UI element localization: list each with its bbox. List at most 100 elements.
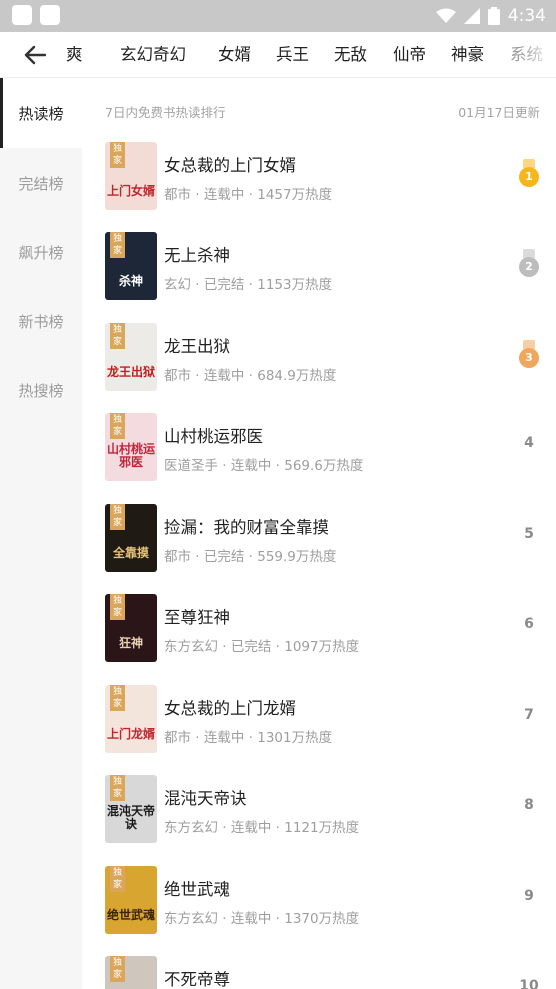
book-row[interactable]: 独家 全靠摸 捡漏：我的财富全靠摸 都市 · 已完结 · 559.9万热度 5 bbox=[105, 504, 545, 572]
exclusive-tag: 独家 bbox=[110, 504, 125, 530]
rank-number: 4 bbox=[524, 435, 534, 451]
ranking-list: 7日内免费书热读排行 01月17日更新 独家 上门女婿 女总裁的上门女婿 都市 · 连… bbox=[82, 78, 556, 989]
rank-number: 3 bbox=[519, 348, 539, 368]
book-row[interactable]: 独家 龙王出狱 龙王出狱 都市 · 连载中 · 684.9万热度 3 bbox=[105, 323, 545, 391]
book-cover[interactable]: 独家 bbox=[105, 956, 157, 989]
exclusive-tag: 独家 bbox=[110, 866, 125, 892]
rank-medal-icon: 3 bbox=[518, 340, 540, 370]
book-title: 至尊狂神 bbox=[164, 608, 230, 627]
book-row[interactable]: 独家 山村桃运邪医 山村桃运邪医 医道圣手 · 连载中 · 569.6万热度 4 bbox=[105, 413, 545, 481]
book-row[interactable]: 独家 杀神 无上杀神玄幻 · 已完结 · 1153万热度 2 bbox=[105, 232, 545, 300]
cover-title: 龙王出狱 bbox=[107, 365, 156, 379]
exclusive-tag: 独家 bbox=[110, 594, 125, 620]
cover-title: 混沌天帝诀 bbox=[107, 804, 156, 831]
book-row[interactable]: 独家不死帝尊 10 bbox=[105, 956, 545, 989]
book-row[interactable]: 独家 狂神 至尊狂神 东方玄幻 · 已完结 · 1097万热度 6 bbox=[105, 594, 545, 662]
tab-category[interactable]: 兵王 bbox=[276, 32, 309, 77]
book-title: 混沌天帝诀 bbox=[164, 789, 247, 808]
tab-category[interactable]: 女婿 bbox=[218, 32, 251, 77]
book-meta: 都市 · 连载中 · 1301万热度 bbox=[164, 730, 333, 746]
book-row[interactable]: 独家 混沌天帝诀 混沌天帝诀 东方玄幻 · 连载中 · 1121万热度 8 bbox=[105, 775, 545, 843]
book-title: 山村桃运邪医 bbox=[164, 427, 263, 446]
book-title: 女总裁的上门女婿 bbox=[164, 156, 296, 175]
category-tab-bar: 爽 玄幻奇幻 女婿 兵王 无敌 仙帝 神豪 系统 bbox=[0, 32, 556, 78]
book-meta: 都市 · 连载中 · 684.9万热度 bbox=[164, 368, 337, 384]
sidebar-item-label: 完结榜 bbox=[18, 174, 64, 193]
scroll-fade bbox=[520, 32, 556, 77]
sidebar-item-new[interactable]: 新书榜 bbox=[0, 286, 82, 356]
rank-number: 9 bbox=[524, 888, 534, 904]
sidebar-item-hot-read[interactable]: 热读榜 bbox=[0, 78, 82, 148]
ranking-sidebar: 热读榜 完结榜 飙升榜 新书榜 热搜榜 bbox=[0, 78, 82, 989]
rank-number: 7 bbox=[524, 707, 534, 723]
back-button[interactable] bbox=[18, 38, 52, 72]
rank-number: 10 bbox=[519, 978, 539, 989]
rank-number: 6 bbox=[524, 616, 534, 632]
clock: 4:34 bbox=[507, 6, 546, 26]
rank-number: 1 bbox=[519, 167, 539, 187]
tab-category[interactable]: 仙帝 bbox=[393, 32, 426, 77]
cover-title: 狂神 bbox=[118, 636, 143, 650]
cover-title: 绝世武魂 bbox=[107, 908, 156, 922]
book-cover[interactable]: 独家狂神 bbox=[105, 594, 157, 662]
sidebar-item-rising[interactable]: 飙升榜 bbox=[0, 217, 82, 287]
book-meta: 东方玄幻 · 已完结 · 1097万热度 bbox=[164, 639, 360, 655]
rank-number: 8 bbox=[524, 797, 534, 813]
exclusive-tag: 独家 bbox=[110, 775, 125, 801]
book-meta: 东方玄幻 · 连载中 · 1370万热度 bbox=[164, 911, 360, 927]
exclusive-tag: 独家 bbox=[110, 323, 125, 349]
sidebar-item-hot-search[interactable]: 热搜榜 bbox=[0, 355, 82, 425]
book-title: 无上杀神 bbox=[164, 246, 230, 265]
list-subtitle: 7日内免费书热读排行 bbox=[105, 105, 226, 120]
cover-title: 杀神 bbox=[118, 274, 143, 288]
book-cover[interactable]: 独家 上门龙婿 bbox=[105, 685, 157, 753]
exclusive-tag: 独家 bbox=[110, 142, 125, 168]
book-row[interactable]: 独家 绝世武魂 绝世武魂 东方玄幻 · 连载中 · 1370万热度 9 bbox=[105, 866, 545, 934]
book-title: 不死帝尊 bbox=[164, 970, 230, 989]
sidebar-item-label: 飙升榜 bbox=[18, 243, 64, 262]
sidebar-item-label: 热读榜 bbox=[18, 104, 64, 123]
book-title: 捡漏：我的财富全靠摸 bbox=[164, 518, 329, 537]
rank-number: 5 bbox=[524, 526, 534, 542]
tab-category[interactable]: 爽 bbox=[66, 32, 83, 77]
sidebar-item-completed[interactable]: 完结榜 bbox=[0, 148, 82, 218]
book-cover[interactable]: 独家 混沌天帝诀 bbox=[105, 775, 157, 843]
update-date: 01月17日更新 bbox=[458, 105, 540, 120]
cover-title: 上门女婿 bbox=[107, 184, 156, 198]
book-cover[interactable]: 独家 全靠摸 bbox=[105, 504, 157, 572]
sidebar-item-label: 新书榜 bbox=[18, 312, 64, 331]
book-meta: 玄幻 · 已完结 · 1153万热度 bbox=[164, 277, 333, 293]
list-header: 7日内免费书热读排行 01月17日更新 bbox=[105, 102, 540, 121]
book-row[interactable]: 独家 上门龙婿 女总裁的上门龙婿都市 · 连载中 · 1301万热度 7 bbox=[105, 685, 545, 753]
rank-medal-icon: 2 bbox=[518, 249, 540, 279]
status-bar: 4:34 bbox=[0, 0, 556, 32]
exclusive-tag: 独家 bbox=[110, 956, 125, 982]
cover-title: 全靠摸 bbox=[112, 546, 149, 560]
book-title: 龙王出狱 bbox=[164, 337, 230, 356]
battery-icon bbox=[487, 7, 500, 25]
rank-medal-icon: 1 bbox=[518, 159, 540, 189]
active-indicator bbox=[0, 78, 3, 148]
book-meta: 东方玄幻 · 连载中 · 1121万热度 bbox=[164, 820, 360, 836]
book-title: 绝世武魂 bbox=[164, 880, 230, 899]
book-cover[interactable]: 独家 山村桃运邪医 bbox=[105, 413, 157, 481]
tab-category[interactable]: 无敌 bbox=[334, 32, 367, 77]
book-cover[interactable]: 独家 绝世武魂 bbox=[105, 866, 157, 934]
book-cover[interactable]: 独家 龙王出狱 bbox=[105, 323, 157, 391]
exclusive-tag: 独家 bbox=[110, 685, 125, 711]
arrow-left-icon bbox=[24, 45, 46, 65]
book-title: 女总裁的上门龙婿 bbox=[164, 699, 296, 718]
app-notification-icon bbox=[12, 5, 32, 25]
signal-icon bbox=[463, 8, 480, 24]
tab-category[interactable]: 玄幻奇幻 bbox=[120, 32, 186, 77]
sidebar-item-label: 热搜榜 bbox=[18, 381, 64, 400]
rank-number: 2 bbox=[519, 257, 539, 277]
book-meta: 都市 · 连载中 · 1457万热度 bbox=[164, 187, 333, 203]
book-cover[interactable]: 独家 杀神 bbox=[105, 232, 157, 300]
app-notification-icon bbox=[40, 5, 60, 25]
book-cover[interactable]: 独家 上门女婿 bbox=[105, 142, 157, 210]
book-meta: 都市 · 已完结 · 559.9万热度 bbox=[164, 549, 337, 565]
cover-title: 山村桃运邪医 bbox=[107, 442, 156, 469]
book-row[interactable]: 独家上门女婿 女总裁的上门女婿都市 · 连载中 · 1457万热度 1 bbox=[105, 142, 545, 210]
tab-category[interactable]: 神豪 bbox=[451, 32, 484, 77]
